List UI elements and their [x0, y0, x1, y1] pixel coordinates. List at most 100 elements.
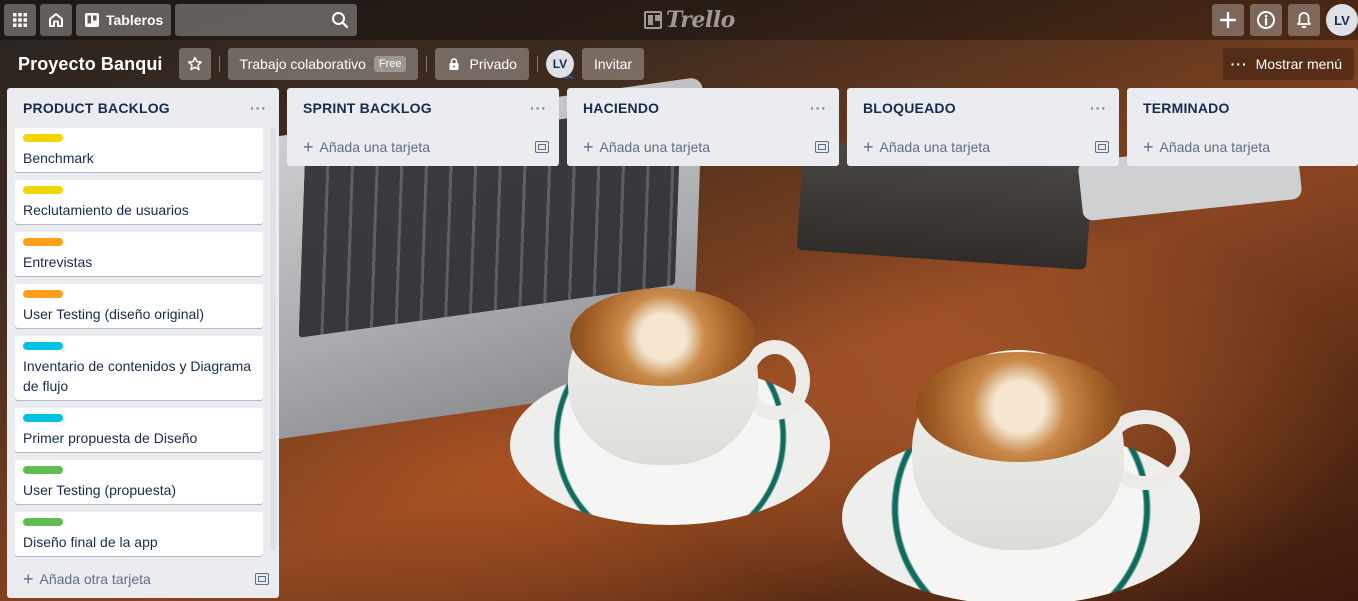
- add-card-button[interactable]: + Añada una tarjeta: [847, 128, 1119, 166]
- card-title: Benchmark: [23, 150, 94, 166]
- divider: [218, 56, 220, 72]
- home-button[interactable]: [40, 4, 72, 36]
- card-title: User Testing (diseño original): [23, 306, 205, 322]
- card-title: Reclutamiento de usuarios: [23, 202, 189, 218]
- admin-chevron-icon: ︽: [564, 71, 573, 80]
- card[interactable]: Diseño final de la app: [15, 512, 263, 556]
- card-template-icon[interactable]: [815, 141, 829, 153]
- card[interactable]: Reclutamiento de usuarios: [15, 180, 263, 224]
- invite-button[interactable]: Invitar: [581, 48, 645, 80]
- invite-label: Invitar: [593, 56, 633, 72]
- add-card-label: Añada una tarjeta: [319, 139, 431, 155]
- board-title[interactable]: Proyecto Banqui: [10, 54, 171, 75]
- list-terminado: TERMINADO + Añada una tarjeta: [1127, 88, 1358, 166]
- search-input[interactable]: [175, 4, 358, 36]
- list-title[interactable]: SPRINT BACKLOG: [303, 100, 526, 116]
- add-card-button[interactable]: + Añada una tarjeta: [1127, 128, 1358, 166]
- board-header: Proyecto Banqui Trabajo colaborativo Fre…: [0, 40, 1358, 88]
- apps-grid-icon: [13, 13, 27, 27]
- card-label-sky[interactable]: [23, 342, 63, 350]
- board-member-avatar[interactable]: LV ︽: [545, 50, 574, 80]
- card-label-orange[interactable]: [23, 290, 63, 298]
- ellipsis-icon: ···: [1230, 56, 1248, 72]
- add-card-button[interactable]: + Añada una tarjeta: [567, 128, 839, 166]
- add-card-label: Añada una tarjeta: [599, 139, 711, 155]
- add-card-label: Añada otra tarjeta: [39, 571, 151, 587]
- add-card-label: Añada una tarjeta: [1159, 139, 1271, 155]
- list-menu-icon[interactable]: ···: [1086, 100, 1111, 116]
- list-header[interactable]: PRODUCT BACKLOG ···: [7, 88, 279, 128]
- add-card-label: Añada una tarjeta: [879, 139, 991, 155]
- create-button[interactable]: [1212, 4, 1244, 36]
- info-icon: [1257, 11, 1275, 29]
- card-template-icon[interactable]: [1095, 141, 1109, 153]
- list-title[interactable]: HACIENDO: [583, 100, 806, 116]
- divider: [536, 56, 538, 72]
- plus-icon: +: [1143, 137, 1154, 157]
- card-label-green[interactable]: [23, 518, 63, 526]
- show-menu-button[interactable]: ··· Mostrar menú: [1222, 48, 1354, 80]
- add-card-button[interactable]: + Añada otra tarjeta: [7, 560, 279, 598]
- workspace-label: Trabajo colaborativo: [239, 56, 366, 72]
- top-header: Tableros Trello LV: [0, 0, 1358, 40]
- workspace-button[interactable]: Trabajo colaborativo Free: [227, 48, 419, 80]
- user-avatar[interactable]: LV: [1326, 4, 1358, 36]
- info-button[interactable]: [1250, 4, 1282, 36]
- background-coffee-left: [570, 288, 756, 386]
- lock-icon: [449, 58, 459, 70]
- header-right-actions: LV: [1212, 4, 1358, 36]
- card-title: Diseño final de la app: [23, 534, 158, 550]
- plus-icon: +: [583, 137, 594, 157]
- card-label-yellow[interactable]: [23, 134, 63, 142]
- visibility-button[interactable]: Privado: [435, 48, 529, 80]
- plus-icon: +: [303, 137, 314, 157]
- card-template-icon[interactable]: [535, 141, 549, 153]
- list-header[interactable]: TERMINADO: [1127, 88, 1358, 128]
- card[interactable]: Entrevistas: [15, 232, 263, 276]
- board-icon: [85, 13, 99, 27]
- card[interactable]: User Testing (diseño original): [15, 284, 263, 328]
- card-title: Primer propuesta de Diseño: [23, 430, 198, 446]
- boards-label: Tableros: [106, 12, 164, 28]
- list-header[interactable]: BLOQUEADO ···: [847, 88, 1119, 128]
- trello-logo-text: Trello: [666, 7, 735, 33]
- show-menu-label: Mostrar menú: [1255, 56, 1342, 72]
- list-menu-icon[interactable]: ···: [806, 100, 831, 116]
- list-product-backlog: PRODUCT BACKLOG ··· Benchmark Reclutamie…: [7, 88, 279, 598]
- list-header[interactable]: SPRINT BACKLOG ···: [287, 88, 559, 128]
- list-sprint-backlog: SPRINT BACKLOG ··· + Añada una tarjeta: [287, 88, 559, 166]
- card-label-orange[interactable]: [23, 238, 63, 246]
- boards-button[interactable]: Tableros: [76, 4, 172, 36]
- trello-logo[interactable]: Trello: [644, 6, 735, 34]
- star-button[interactable]: [178, 48, 211, 80]
- card-template-icon[interactable]: [255, 573, 269, 585]
- list-menu-icon[interactable]: ···: [526, 100, 551, 116]
- card[interactable]: Benchmark: [15, 128, 263, 172]
- list-header[interactable]: HACIENDO ···: [567, 88, 839, 128]
- member-initials: LV: [552, 57, 568, 71]
- card-list: Benchmark Reclutamiento de usuarios Entr…: [7, 128, 279, 556]
- list-title[interactable]: PRODUCT BACKLOG: [23, 100, 246, 116]
- list-title[interactable]: BLOQUEADO: [863, 100, 1086, 116]
- card-label-green[interactable]: [23, 466, 63, 474]
- card-title: User Testing (propuesta): [23, 482, 177, 498]
- card[interactable]: User Testing (propuesta): [15, 460, 263, 504]
- list-haciendo: HACIENDO ··· + Añada una tarjeta: [567, 88, 839, 166]
- apps-button[interactable]: [4, 4, 36, 36]
- card[interactable]: Primer propuesta de Diseño: [15, 408, 263, 452]
- add-card-button[interactable]: + Añada una tarjeta: [287, 128, 559, 166]
- list-bloqueado: BLOQUEADO ··· + Añada una tarjeta: [847, 88, 1119, 166]
- trello-logo-icon: [644, 11, 662, 29]
- visibility-label: Privado: [469, 56, 517, 72]
- plus-icon: +: [863, 137, 874, 157]
- notifications-button[interactable]: [1288, 4, 1320, 36]
- card-label-yellow[interactable]: [23, 186, 63, 194]
- card[interactable]: Inventario de contenidos y Diagrama de f…: [15, 336, 263, 400]
- background-coffee-right: [916, 352, 1122, 462]
- list-title[interactable]: TERMINADO: [1143, 100, 1350, 116]
- plus-icon: +: [23, 569, 34, 589]
- card-label-sky[interactable]: [23, 414, 63, 422]
- list-menu-icon[interactable]: ···: [246, 100, 271, 116]
- star-icon: [187, 56, 202, 71]
- search-icon[interactable]: [331, 11, 349, 29]
